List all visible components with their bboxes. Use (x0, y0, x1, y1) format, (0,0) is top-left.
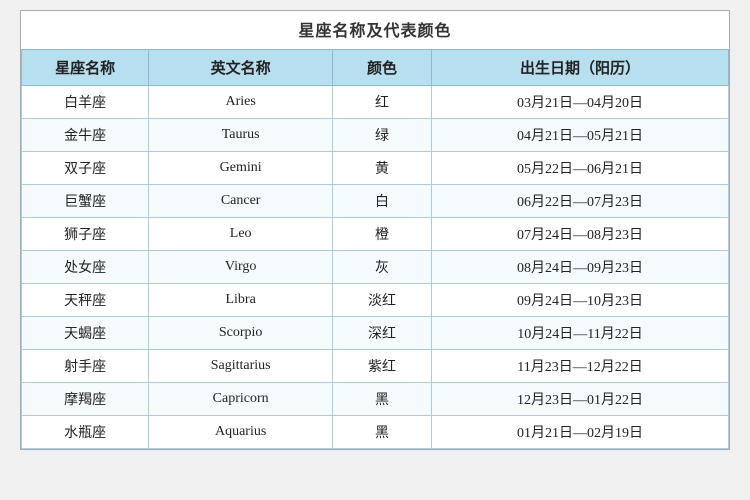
header-birthdate: 出生日期（阳历） (432, 50, 729, 86)
cell-english-name: Leo (149, 218, 333, 251)
cell-english-name: Gemini (149, 152, 333, 185)
cell-chinese-name: 金牛座 (22, 119, 149, 152)
table-header-row: 星座名称 英文名称 颜色 出生日期（阳历） (22, 50, 729, 86)
cell-birthdate: 05月22日—06月21日 (432, 152, 729, 185)
table-row: 天蝎座Scorpio深红10月24日—11月22日 (22, 317, 729, 350)
cell-birthdate: 03月21日—04月20日 (432, 86, 729, 119)
cell-birthdate: 01月21日—02月19日 (432, 416, 729, 449)
zodiac-table: 星座名称 英文名称 颜色 出生日期（阳历） 白羊座Aries红03月21日—04… (21, 49, 729, 449)
cell-chinese-name: 摩羯座 (22, 383, 149, 416)
table-row: 白羊座Aries红03月21日—04月20日 (22, 86, 729, 119)
cell-english-name: Aries (149, 86, 333, 119)
cell-color: 灰 (333, 251, 432, 284)
table-row: 金牛座Taurus绿04月21日—05月21日 (22, 119, 729, 152)
cell-color: 红 (333, 86, 432, 119)
table-row: 巨蟹座Cancer白06月22日—07月23日 (22, 185, 729, 218)
cell-birthdate: 11月23日—12月22日 (432, 350, 729, 383)
table-row: 摩羯座Capricorn黑12月23日—01月22日 (22, 383, 729, 416)
cell-english-name: Capricorn (149, 383, 333, 416)
cell-english-name: Sagittarius (149, 350, 333, 383)
cell-english-name: Scorpio (149, 317, 333, 350)
cell-chinese-name: 射手座 (22, 350, 149, 383)
header-english-name: 英文名称 (149, 50, 333, 86)
cell-chinese-name: 处女座 (22, 251, 149, 284)
cell-color: 深红 (333, 317, 432, 350)
cell-birthdate: 09月24日—10月23日 (432, 284, 729, 317)
cell-color: 绿 (333, 119, 432, 152)
table-row: 水瓶座Aquarius黑01月21日—02月19日 (22, 416, 729, 449)
cell-chinese-name: 水瓶座 (22, 416, 149, 449)
cell-chinese-name: 双子座 (22, 152, 149, 185)
cell-birthdate: 06月22日—07月23日 (432, 185, 729, 218)
cell-english-name: Cancer (149, 185, 333, 218)
cell-chinese-name: 狮子座 (22, 218, 149, 251)
cell-chinese-name: 白羊座 (22, 86, 149, 119)
cell-english-name: Aquarius (149, 416, 333, 449)
table-row: 双子座Gemini黄05月22日—06月21日 (22, 152, 729, 185)
cell-english-name: Libra (149, 284, 333, 317)
main-container: 星座名称及代表颜色 星座名称 英文名称 颜色 出生日期（阳历） 白羊座Aries… (20, 10, 730, 450)
cell-birthdate: 04月21日—05月21日 (432, 119, 729, 152)
header-color: 颜色 (333, 50, 432, 86)
table-row: 处女座Virgo灰08月24日—09月23日 (22, 251, 729, 284)
table-row: 天秤座Libra淡红09月24日—10月23日 (22, 284, 729, 317)
page-title: 星座名称及代表颜色 (21, 11, 729, 49)
cell-chinese-name: 天蝎座 (22, 317, 149, 350)
cell-birthdate: 10月24日—11月22日 (432, 317, 729, 350)
cell-english-name: Virgo (149, 251, 333, 284)
header-chinese-name: 星座名称 (22, 50, 149, 86)
cell-birthdate: 07月24日—08月23日 (432, 218, 729, 251)
cell-color: 黑 (333, 383, 432, 416)
table-row: 射手座Sagittarius紫红11月23日—12月22日 (22, 350, 729, 383)
cell-birthdate: 12月23日—01月22日 (432, 383, 729, 416)
cell-english-name: Taurus (149, 119, 333, 152)
cell-chinese-name: 巨蟹座 (22, 185, 149, 218)
table-body: 白羊座Aries红03月21日—04月20日金牛座Taurus绿04月21日—0… (22, 86, 729, 449)
cell-color: 白 (333, 185, 432, 218)
cell-color: 黄 (333, 152, 432, 185)
cell-birthdate: 08月24日—09月23日 (432, 251, 729, 284)
cell-color: 紫红 (333, 350, 432, 383)
cell-color: 橙 (333, 218, 432, 251)
cell-chinese-name: 天秤座 (22, 284, 149, 317)
cell-color: 黑 (333, 416, 432, 449)
table-row: 狮子座Leo橙07月24日—08月23日 (22, 218, 729, 251)
cell-color: 淡红 (333, 284, 432, 317)
